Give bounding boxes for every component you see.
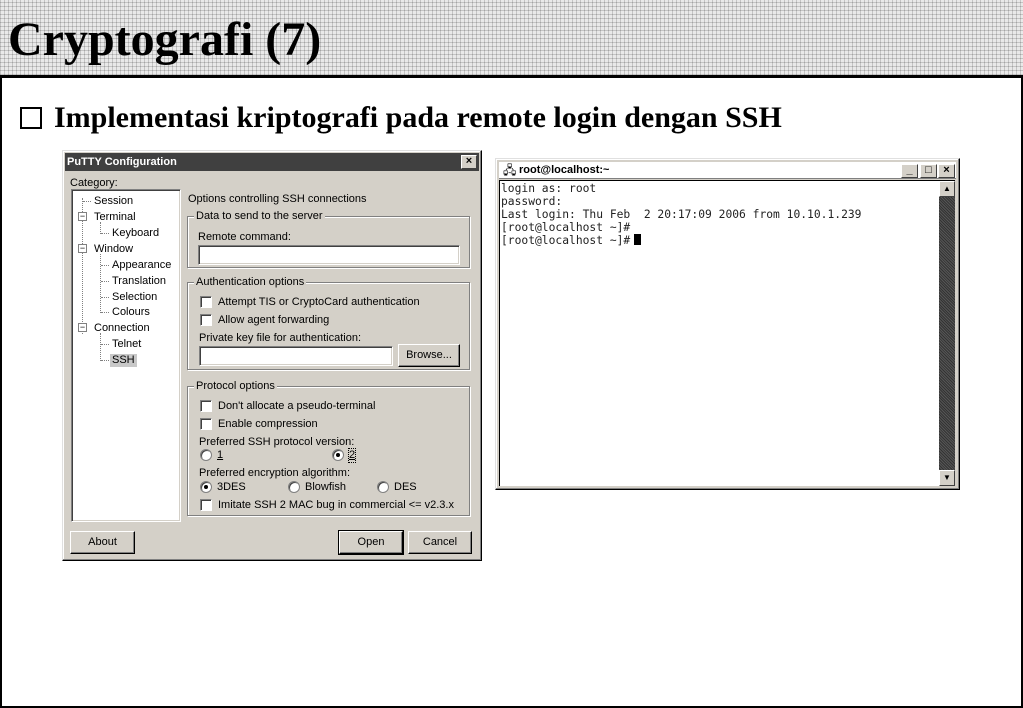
square-bullet-icon [20, 107, 42, 129]
terminal-scrollbar[interactable]: ▲ ▼ [939, 180, 955, 486]
terminal-line: [root@localhost ~]# [501, 221, 631, 234]
terminal-window-title: root@localhost:~ [519, 164, 610, 176]
terminal-prompt: [root@localhost ~]# [501, 234, 631, 247]
maximize-button[interactable]: □ [920, 164, 937, 178]
tree-item-colours[interactable]: Colours [112, 306, 150, 319]
remote-command-label: Remote command: [198, 231, 291, 243]
scroll-down-button[interactable]: ▼ [939, 470, 955, 486]
mac-bug-checkbox[interactable] [200, 499, 212, 511]
compression-checkbox[interactable] [200, 418, 212, 430]
browse-button[interactable]: Browse... [398, 344, 460, 367]
putty-configuration-window: PuTTY Configuration × Category: − − − Se… [62, 150, 482, 561]
tree-line [101, 297, 109, 298]
tree-item-terminal[interactable]: Terminal [94, 211, 136, 224]
bullet-text: Implementasi kriptografi pada remote log… [54, 101, 782, 134]
tree-line [100, 333, 101, 361]
agent-forwarding-label[interactable]: Allow agent forwarding [218, 314, 329, 327]
tree-line [83, 201, 91, 202]
putty-titlebar[interactable]: PuTTY Configuration × [65, 153, 479, 171]
scroll-up-button[interactable]: ▲ [939, 181, 955, 197]
private-key-input[interactable] [199, 346, 393, 366]
tree-item-ssh[interactable]: SSH [110, 354, 137, 367]
protocol-group-title: Protocol options [194, 379, 277, 393]
terminal-line: Last login: Thu Feb 2 20:17:09 2006 from… [501, 208, 862, 221]
terminal-line: password: [501, 195, 563, 208]
cipher-blowfish-radio[interactable] [288, 481, 300, 493]
close-button[interactable]: × [461, 155, 477, 169]
slide-title: Cryptografi (7) [8, 13, 322, 66]
bullet-point: Implementasi kriptografi pada remote log… [20, 98, 782, 138]
cipher-3des-label[interactable]: 3DES [217, 481, 246, 494]
protocol-options-group: Protocol options Don't allocate a pseudo… [187, 379, 470, 516]
tree-item-translation[interactable]: Translation [112, 275, 166, 288]
tree-item-window[interactable]: Window [94, 243, 133, 256]
ssh-version-label: Preferred SSH protocol version: [199, 436, 355, 448]
open-button[interactable]: Open [338, 530, 404, 555]
authentication-options-group: Authentication options Attempt TIS or Cr… [187, 275, 470, 370]
no-pty-label[interactable]: Don't allocate a pseudo-terminal [218, 400, 375, 413]
no-pty-checkbox[interactable] [200, 400, 212, 412]
ssh-terminal-window: 🖧 root@localhost:~ _ □ × login as: root … [495, 158, 960, 490]
cipher-3des-radio[interactable] [200, 481, 212, 493]
cipher-label: Preferred encryption algorithm: [199, 467, 351, 479]
tree-item-telnet[interactable]: Telnet [112, 338, 141, 351]
collapse-connection-icon[interactable]: − [78, 323, 87, 332]
terminal-line: login as: root [501, 182, 597, 195]
terminal-titlebar[interactable]: 🖧 root@localhost:~ _ □ × [499, 162, 956, 179]
tree-line [101, 233, 109, 234]
minimize-icon: _ [906, 164, 913, 176]
text-cursor [634, 234, 642, 245]
cipher-blowfish-label[interactable]: Blowfish [305, 481, 346, 494]
scroll-track[interactable] [939, 197, 955, 470]
category-tree[interactable]: − − − Session Terminal Keyboard Window A… [71, 189, 181, 522]
compression-label[interactable]: Enable compression [218, 418, 318, 431]
collapse-window-icon[interactable]: − [78, 244, 87, 253]
cancel-button[interactable]: Cancel [408, 531, 472, 554]
tree-item-session[interactable]: Session [94, 195, 133, 208]
about-button[interactable]: About [70, 531, 135, 554]
agent-forwarding-checkbox[interactable] [200, 314, 212, 326]
arrow-up-icon: ▲ [943, 184, 951, 193]
putty-window-title: PuTTY Configuration [67, 156, 177, 168]
tree-line [101, 360, 109, 361]
private-key-label: Private key file for authentication: [199, 332, 362, 344]
ssh-version-2-radio[interactable] [332, 449, 344, 461]
maximize-icon: □ [925, 164, 932, 176]
mac-bug-label[interactable]: Imitate SSH 2 MAC bug in commercial <= v… [218, 499, 454, 512]
terminal-screen[interactable]: login as: root password: Last login: Thu… [499, 180, 939, 486]
auth-group-title: Authentication options [194, 275, 307, 289]
tree-line [101, 265, 109, 266]
collapse-terminal-icon[interactable]: − [78, 212, 87, 221]
remote-command-input[interactable] [198, 245, 460, 265]
cipher-des-radio[interactable] [377, 481, 389, 493]
slide-header: Cryptografi (7) [0, 0, 1023, 78]
close-icon: × [465, 155, 473, 167]
tree-item-connection[interactable]: Connection [94, 322, 150, 335]
terminal-close-button[interactable]: × [938, 164, 955, 178]
cipher-des-label[interactable]: DES [394, 481, 417, 494]
tree-item-keyboard[interactable]: Keyboard [112, 227, 159, 240]
tree-line [101, 312, 109, 313]
tree-item-selection[interactable]: Selection [112, 291, 157, 304]
tree-line [100, 254, 101, 313]
panel-heading: Options controlling SSH connections [188, 193, 367, 205]
data-group-title: Data to send to the server [194, 209, 325, 223]
data-to-send-group: Data to send to the server Remote comman… [187, 209, 470, 268]
computer-icon: 🖧 [503, 163, 517, 177]
tree-item-appearance[interactable]: Appearance [112, 259, 171, 272]
terminal-prompt-line: [root@localhost ~]# [501, 234, 642, 247]
close-icon: × [943, 164, 950, 176]
tis-auth-checkbox[interactable] [200, 296, 212, 308]
tree-line [101, 344, 109, 345]
minimize-button[interactable]: _ [901, 164, 918, 178]
tree-line [101, 281, 109, 282]
ssh-version-2-label[interactable]: 2 [347, 448, 357, 463]
arrow-down-icon: ▼ [943, 473, 951, 482]
ssh-version-1-radio[interactable] [200, 449, 212, 461]
tis-auth-label[interactable]: Attempt TIS or CryptoCard authentication [218, 296, 420, 309]
ssh-version-1-label[interactable]: 1 [217, 449, 223, 462]
